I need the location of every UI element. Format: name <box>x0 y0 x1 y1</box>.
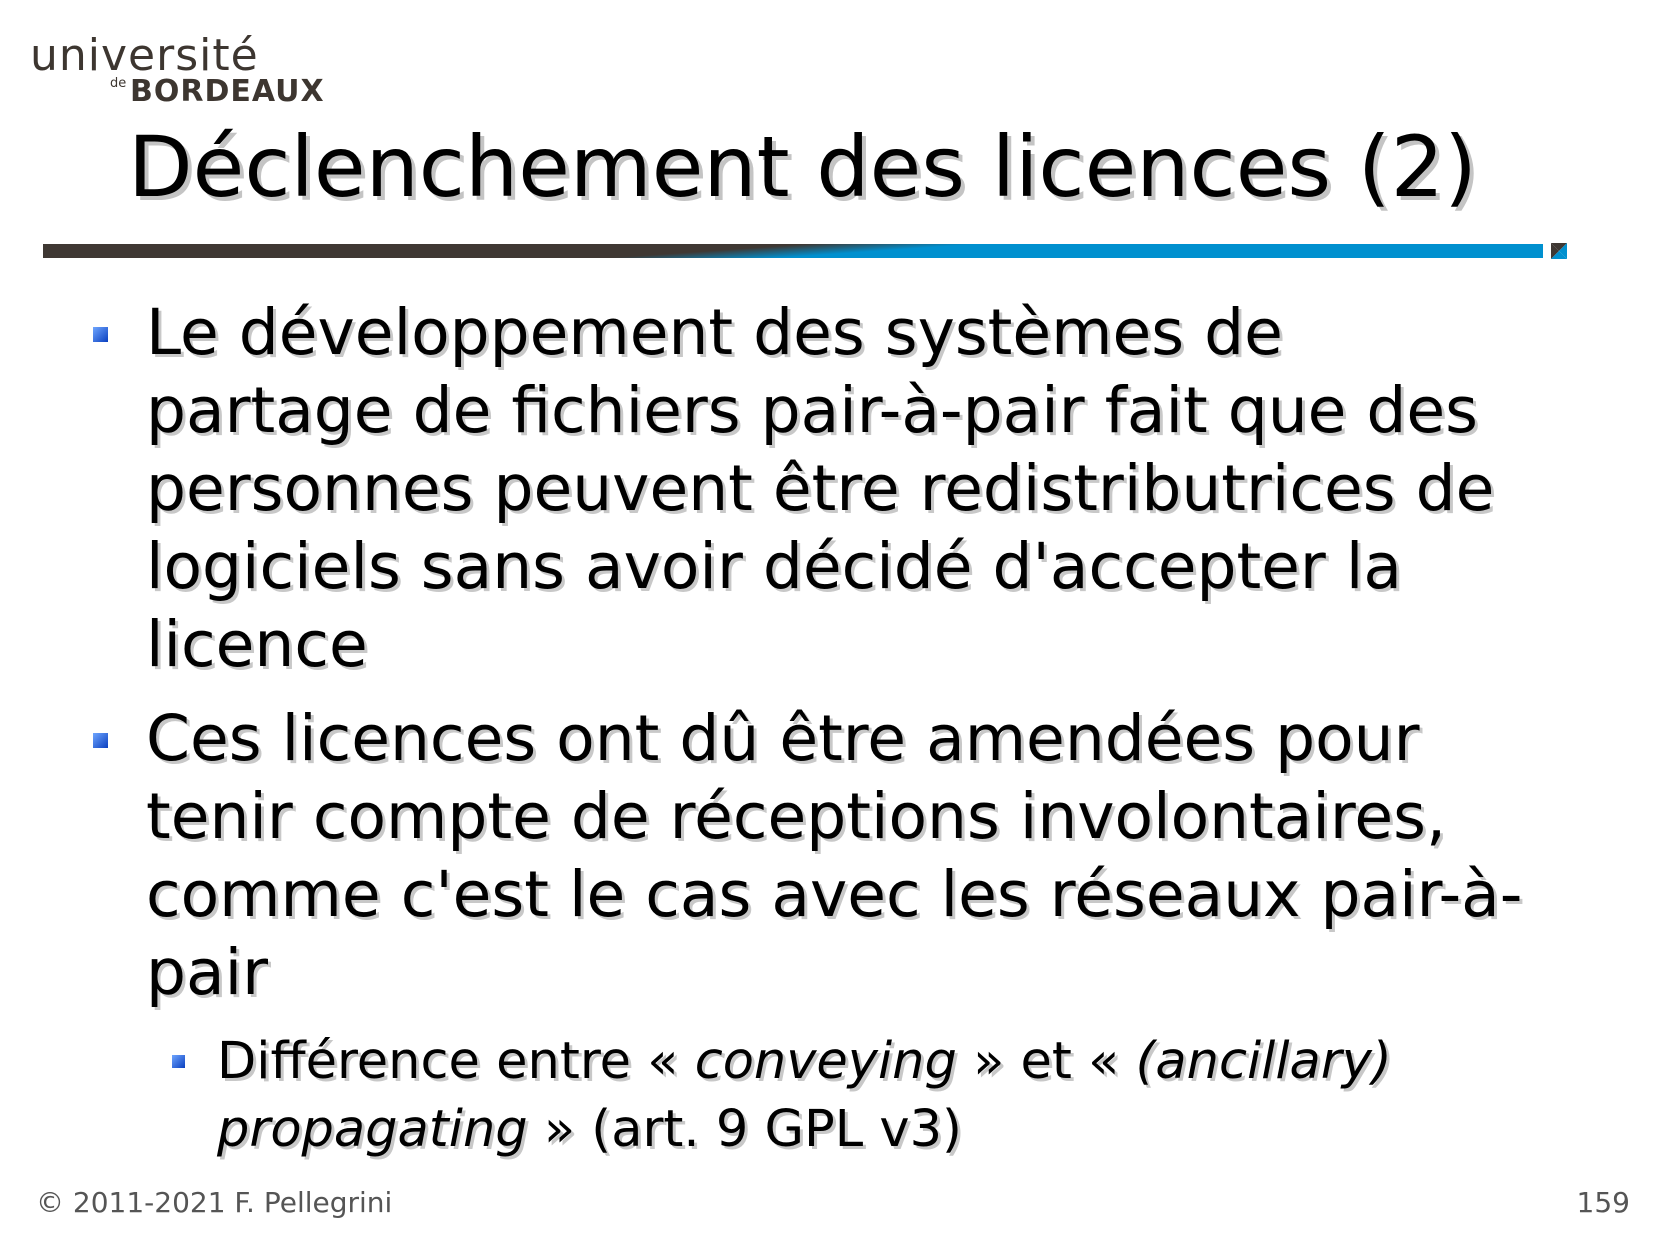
text-line: partage de fichiers pair-à-pair fait que… <box>146 374 1478 447</box>
text-line: logiciels sans avoir décidé d'accepter l… <box>146 530 1402 603</box>
bullet-icon <box>93 733 108 748</box>
text: » (art. 9 GPL v3) <box>527 1100 962 1159</box>
page-number: 159 <box>1576 1186 1630 1219</box>
sub-bullet-text: Différence entre « conveying » et « (anc… <box>217 1028 1392 1164</box>
text-line: comme c'est le cas avec les réseaux pair… <box>146 858 1523 931</box>
sub-bullet-icon <box>172 1055 185 1068</box>
term-conveying: conveying <box>694 1032 957 1091</box>
corner-mark-icon <box>1551 243 1567 259</box>
term-ancillary: (ancillary) <box>1135 1032 1392 1091</box>
text-line: tenir compte de réceptions involontaires… <box>146 780 1446 853</box>
logo-de: de <box>110 76 127 91</box>
text-line: personnes peuvent être redistributrices … <box>146 452 1495 525</box>
text-line: licence <box>146 608 368 681</box>
text: Différence entre « <box>217 1032 695 1091</box>
title-divider <box>43 244 1543 258</box>
text: » et « <box>956 1032 1136 1091</box>
slide-title: Déclenchement des licences (2) <box>128 118 1477 216</box>
logo-bordeaux: BORDEAUX <box>130 74 325 109</box>
text-line: Le développement des systèmes de <box>146 296 1283 369</box>
text-line: pair <box>146 936 269 1009</box>
footer-copyright: © 2011-2021 F. Pellegrini <box>36 1186 393 1219</box>
term-propagating: propagating <box>217 1100 528 1159</box>
text-line: Ces licences ont dû être amendées pour <box>146 702 1420 775</box>
universite-bordeaux-logo: université de BORDEAUX <box>30 30 324 110</box>
bullet-icon <box>93 327 108 342</box>
bullet-1-text: Le développement des systèmes de partage… <box>146 294 1494 684</box>
bullet-2-text: Ces licences ont dû être amendées pour t… <box>146 700 1523 1012</box>
